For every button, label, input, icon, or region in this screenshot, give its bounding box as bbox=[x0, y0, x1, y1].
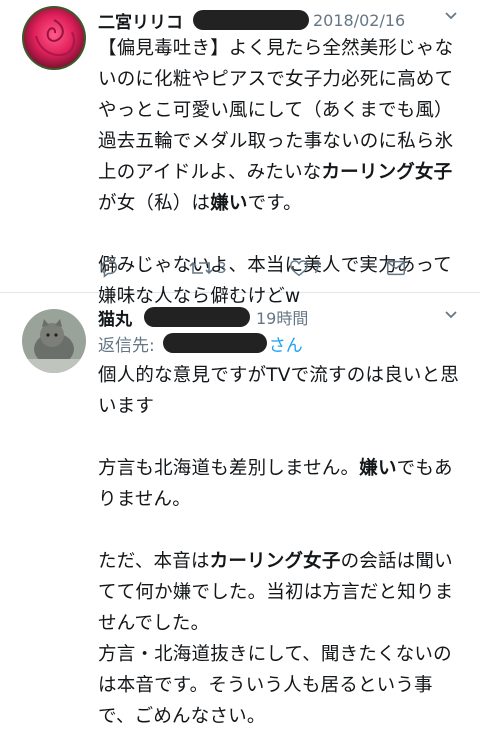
text-run: の会話は聞いてて何か嫌でした。当初は方言だと知りませんでした。 方言・北海道抜き… bbox=[98, 551, 454, 727]
tweet-date[interactable]: 2018/02/16 bbox=[313, 11, 405, 30]
like-button[interactable]: 7 bbox=[288, 254, 322, 282]
reply-to-line: 返信先: さん bbox=[98, 330, 303, 356]
envelope-icon bbox=[385, 257, 407, 279]
reply-icon bbox=[98, 257, 120, 279]
heart-icon bbox=[288, 257, 310, 279]
tweet: 二宮リリコ 2018/02/16 【偏見毒吐き】よく見たら全然美形じゃないのに化… bbox=[0, 0, 480, 307]
reply-button[interactable] bbox=[98, 254, 120, 282]
redacted-reply-handle bbox=[162, 333, 267, 353]
tweet-header: 猫丸 19時間 bbox=[98, 305, 308, 330]
like-count: 7 bbox=[312, 259, 322, 277]
author-name[interactable]: 二宮リリコ bbox=[98, 8, 183, 33]
highlighted-keyword: カーリング女子 bbox=[209, 551, 341, 572]
highlighted-keyword: 嫌い bbox=[359, 458, 397, 479]
highlighted-keyword: 嫌い bbox=[210, 193, 248, 214]
reply-to-handle-link[interactable]: さん bbox=[269, 331, 303, 356]
cat-avatar-image bbox=[22, 309, 86, 373]
tweet-paragraph: 個人的な意見ですがTVで流すのは良いと思います bbox=[98, 360, 468, 422]
avatar[interactable] bbox=[22, 6, 86, 70]
tweet-paragraph: ただ、本音はカーリング女子の会話は聞いてて何か嫌でした。当初は方言だと知りません… bbox=[98, 546, 468, 732]
tweet-text: 個人的な意見ですがTVで流すのは良いと思います方言も北海道も差別しません。嫌いで… bbox=[98, 360, 468, 732]
author-name[interactable]: 猫丸 bbox=[98, 305, 132, 330]
text-run: 個人的な意見ですがTVで流すのは良いと思います bbox=[98, 365, 459, 417]
tweet-paragraph: 方言も北海道も差別しません。嫌いでもありません。 bbox=[98, 453, 468, 515]
text-run: が女（私）は bbox=[98, 193, 211, 214]
reply-to-label: 返信先: bbox=[98, 335, 155, 356]
chevron-down-icon[interactable] bbox=[444, 8, 458, 27]
tweet-actions: 3 7 bbox=[98, 254, 418, 282]
text-run: ただ、本音は bbox=[98, 551, 210, 572]
tweet-header: 二宮リリコ 2018/02/16 bbox=[98, 8, 405, 33]
redacted-handle bbox=[144, 307, 250, 327]
retweet-count: 3 bbox=[217, 259, 227, 277]
tweet-paragraph: 【偏見毒吐き】よく見たら全然美形じゃないのに化粧やピアスで女子力必死に高めてやっ… bbox=[98, 33, 468, 219]
rose-avatar-image bbox=[22, 6, 86, 70]
redacted-handle bbox=[193, 10, 309, 30]
retweet-button[interactable]: 3 bbox=[188, 254, 227, 282]
dm-button[interactable] bbox=[385, 254, 407, 282]
chevron-down-icon[interactable] bbox=[444, 307, 458, 326]
highlighted-keyword: カーリング女子 bbox=[321, 162, 453, 183]
avatar[interactable] bbox=[22, 309, 86, 373]
tweet-time[interactable]: 19時間 bbox=[256, 305, 308, 329]
retweet-icon bbox=[188, 257, 214, 279]
text-run: 方言も北海道も差別しません。 bbox=[98, 458, 360, 479]
text-run: です。 bbox=[247, 193, 302, 214]
